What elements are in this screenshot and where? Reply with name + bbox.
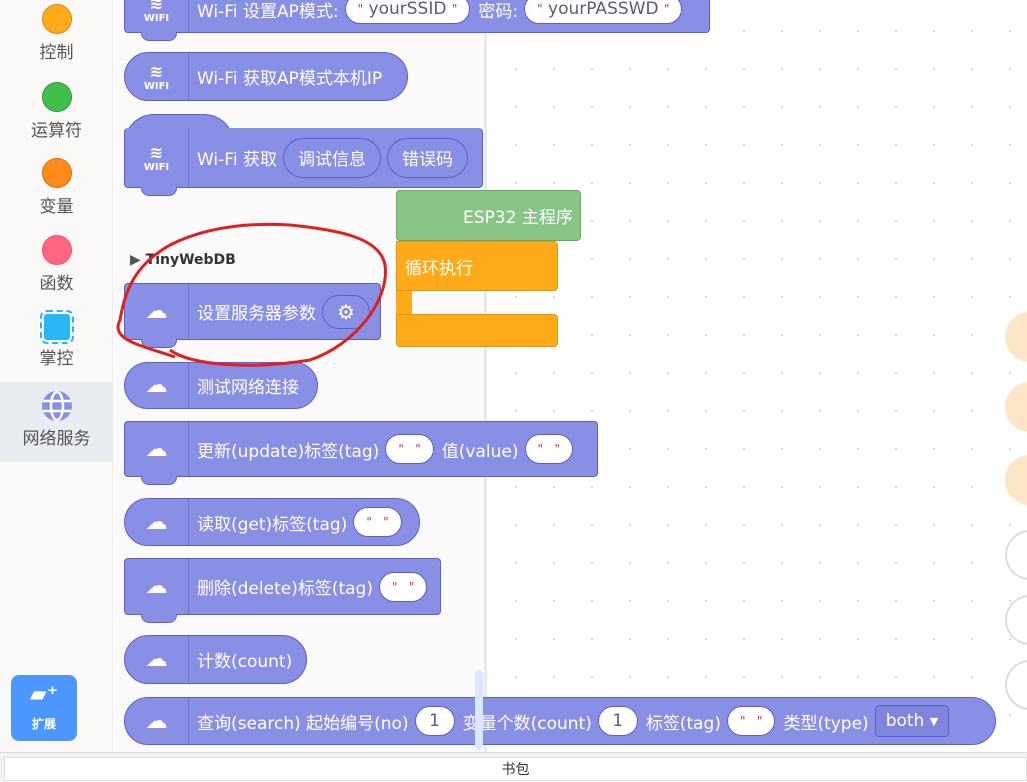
cloud-icon: ☁ <box>125 499 189 545</box>
start-no-input[interactable]: 1 <box>414 706 455 736</box>
esp32-main-label: ESP32 主程序 <box>463 208 573 228</box>
block-count[interactable]: ☁ 计数(count) <box>124 635 307 684</box>
category-operators[interactable]: 运算符 <box>0 78 113 158</box>
block-test-connection[interactable]: ☁ 测试网络连接 <box>124 362 318 409</box>
block-delete[interactable]: ☁ 删除(delete)标签(tag) " " <box>124 558 441 623</box>
block-label: 设置服务器参数 <box>197 304 316 324</box>
wifi-icon: ≋ WIFI <box>125 53 189 100</box>
block-get[interactable]: ☁ 读取(get)标签(tag) " " <box>124 498 420 546</box>
esp32-main-block[interactable]: ESP32 主程序 <box>396 190 581 241</box>
category-label: 函数 <box>39 274 74 294</box>
category-label: 掌控 <box>39 349 74 369</box>
value-input[interactable]: " " <box>524 434 573 464</box>
block-wifi-set-ap[interactable]: ≋ WIFI Wi-Fi 设置AP模式: " yourSSID " 密码: " y… <box>124 0 710 41</box>
backpack-bar[interactable]: 书包 <box>0 752 1027 781</box>
circle-icon <box>41 158 72 188</box>
tag-input[interactable]: " " <box>385 434 434 464</box>
cloud-icon: ☁ <box>125 698 189 744</box>
cloud-icon: ☁ <box>125 636 189 683</box>
circle-icon <box>41 82 72 112</box>
block-label: 类型(type) <box>783 713 869 734</box>
cloud-icon: ☁ <box>125 559 189 614</box>
extension-icon: ▰⁺ <box>29 682 59 707</box>
block-label: 查询(search) 起始编号(no) <box>197 713 409 734</box>
tag-input[interactable]: " " <box>726 706 776 736</box>
loop-block-arm <box>396 291 412 315</box>
debug-info-reporter[interactable]: 调试信息 <box>282 137 381 178</box>
block-label: 删除(delete)标签(tag) <box>197 579 373 599</box>
block-label: 密码: <box>478 1 519 22</box>
loop-block[interactable]: 循环执行 <box>396 241 558 291</box>
cloud-icon: ☁ <box>125 284 189 339</box>
block-label: 测试网络连接 <box>197 378 299 398</box>
block-label: 值(value) <box>441 441 519 462</box>
gear-icon: ⚙ <box>337 299 355 324</box>
category-functions[interactable]: 函数 <box>0 231 113 311</box>
category-network[interactable]: 网络服务 <box>0 382 113 462</box>
block-update[interactable]: ☁ 更新(update)标签(tag) " " 值(value) " " <box>124 421 598 485</box>
error-code-reporter[interactable]: 错误码 <box>386 137 468 178</box>
category-sidebar: 控制 运算符 变量 函数 掌控 网络服务 ▰⁺ 扩展 <box>0 0 113 752</box>
block-label: Wi-Fi 获取AP模式本机IP <box>197 69 383 89</box>
block-wifi-get-ip[interactable]: ≋ WIFI Wi-Fi 获取AP模式本机IP <box>124 52 408 101</box>
block-set-server[interactable]: ☁ 设置服务器参数 ⚙ <box>124 283 381 348</box>
ssid-input[interactable]: " yourSSID " <box>344 0 471 24</box>
block-label: 更新(update)标签(tag) <box>197 441 380 462</box>
extension-label: 扩展 <box>31 717 56 731</box>
workspace-canvas[interactable] <box>487 0 1027 752</box>
type-dropdown[interactable]: both ▼ <box>874 705 950 737</box>
block-wifi-get[interactable]: ≋ WIFI Wi-Fi 获取 调试信息 错误码 <box>124 128 483 196</box>
globe-icon <box>41 390 72 422</box>
block-label: Wi-Fi 设置AP模式: <box>197 1 339 22</box>
wifi-icon: ≋ WIFI <box>125 0 189 32</box>
backpack-label: 书包 <box>4 757 1027 781</box>
wifi-icon: ≋ WIFI <box>125 128 189 187</box>
block-label: 标签(tag) <box>645 713 721 734</box>
loop-label: 循环执行 <box>405 258 473 279</box>
caret-down-icon: ▼ <box>929 714 939 728</box>
palette-scrollbar[interactable] <box>475 670 483 750</box>
category-label: 变量 <box>39 197 74 217</box>
category-variables[interactable]: 变量 <box>0 154 113 234</box>
cloud-icon: ☁ <box>125 422 189 476</box>
category-label: 运算符 <box>31 121 82 141</box>
extension-button[interactable]: ▰⁺ 扩展 <box>11 675 77 741</box>
tag-input[interactable]: " " <box>353 507 402 537</box>
collapse-triangle-icon[interactable]: ▶ <box>130 252 141 268</box>
block-search[interactable]: ☁ 查询(search) 起始编号(no) 1 变量个数(count) 1 标签… <box>124 697 996 745</box>
block-label: Wi-Fi 获取 <box>197 150 277 170</box>
loop-block-bottom <box>396 314 558 347</box>
tag-input[interactable]: " " <box>378 571 428 602</box>
settings-gear-button[interactable]: ⚙ <box>322 294 370 329</box>
count-input[interactable]: 1 <box>597 706 638 736</box>
block-label: 计数(count) <box>197 652 293 672</box>
circle-icon <box>41 4 72 34</box>
circle-icon <box>41 235 72 265</box>
category-board[interactable]: 掌控 <box>0 310 113 390</box>
chip-icon <box>39 310 74 344</box>
section-header: ▶ TinyWebDB <box>130 252 236 268</box>
category-control[interactable]: 控制 <box>0 0 113 80</box>
block-label: 读取(get)标签(tag) <box>197 514 348 535</box>
password-input[interactable]: " yourPASSWD " <box>524 0 683 24</box>
category-label: 控制 <box>39 43 74 63</box>
cloud-icon: ☁ <box>125 363 189 408</box>
category-label: 网络服务 <box>22 429 91 449</box>
